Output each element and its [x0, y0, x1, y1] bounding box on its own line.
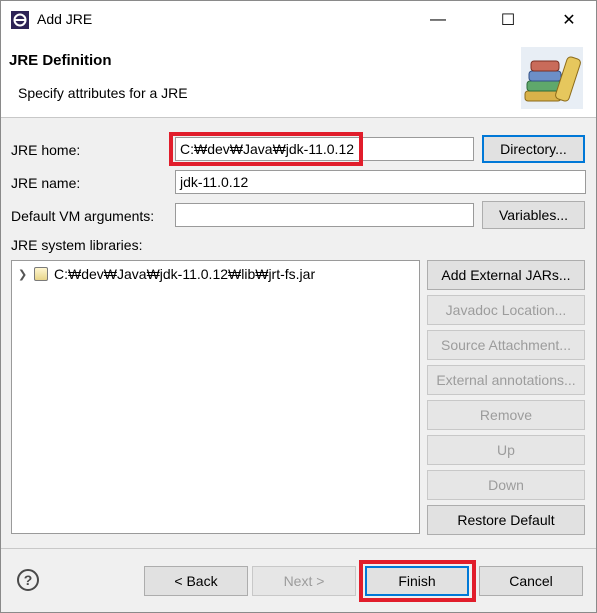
directory-button[interactable]: Directory...	[482, 135, 585, 163]
close-button[interactable]: ✕	[546, 1, 592, 39]
jar-file-icon	[34, 267, 48, 281]
variables-button[interactable]: Variables...	[482, 201, 585, 229]
page-title: JRE Definition	[9, 52, 112, 69]
restore-default-button[interactable]: Restore Default	[427, 505, 585, 535]
jre-name-label: JRE name:	[11, 175, 81, 191]
finish-highlight	[359, 560, 476, 602]
help-icon[interactable]: ?	[17, 569, 39, 591]
tree-item[interactable]: ❯ C:₩dev₩Java₩jdk-11.0.12₩lib₩jrt-fs.jar	[18, 264, 315, 284]
vm-arguments-label: Default VM arguments:	[11, 208, 155, 224]
remove-button[interactable]: Remove	[427, 400, 585, 430]
vm-arguments-input[interactable]	[175, 203, 474, 227]
library-books-icon	[521, 47, 583, 109]
libraries-tree[interactable]: ❯ C:₩dev₩Java₩jdk-11.0.12₩lib₩jrt-fs.jar	[11, 260, 420, 534]
libraries-label: JRE system libraries:	[11, 237, 143, 253]
up-button[interactable]: Up	[427, 435, 585, 465]
down-button[interactable]: Down	[427, 470, 585, 500]
maximize-button[interactable]: ☐	[485, 1, 531, 39]
javadoc-location-button[interactable]: Javadoc Location...	[427, 295, 585, 325]
page-subtitle: Specify attributes for a JRE	[18, 85, 188, 101]
title-bar: Add JRE — ☐ ✕	[1, 1, 596, 39]
minimize-button[interactable]: —	[415, 1, 461, 39]
back-button[interactable]: < Back	[144, 566, 248, 596]
next-button[interactable]: Next >	[252, 566, 356, 596]
cancel-button[interactable]: Cancel	[479, 566, 583, 596]
expand-chevron-icon[interactable]: ❯	[18, 268, 28, 281]
wizard-header: JRE Definition Specify attributes for a …	[1, 39, 596, 118]
source-attachment-button[interactable]: Source Attachment...	[427, 330, 585, 360]
add-jre-dialog: Add JRE — ☐ ✕ JRE Definition Specify att…	[0, 0, 597, 613]
jre-home-highlight	[169, 132, 363, 166]
jre-name-input[interactable]: jdk-11.0.12	[175, 170, 586, 194]
add-external-jars-button[interactable]: Add External JARs...	[427, 260, 585, 290]
tree-item-label: C:₩dev₩Java₩jdk-11.0.12₩lib₩jrt-fs.jar	[54, 266, 316, 282]
jre-home-label: JRE home:	[11, 142, 81, 158]
eclipse-app-icon	[11, 11, 29, 29]
external-annotations-button[interactable]: External annotations...	[427, 365, 585, 395]
window-title: Add JRE	[37, 11, 93, 27]
footer-separator	[1, 548, 596, 549]
